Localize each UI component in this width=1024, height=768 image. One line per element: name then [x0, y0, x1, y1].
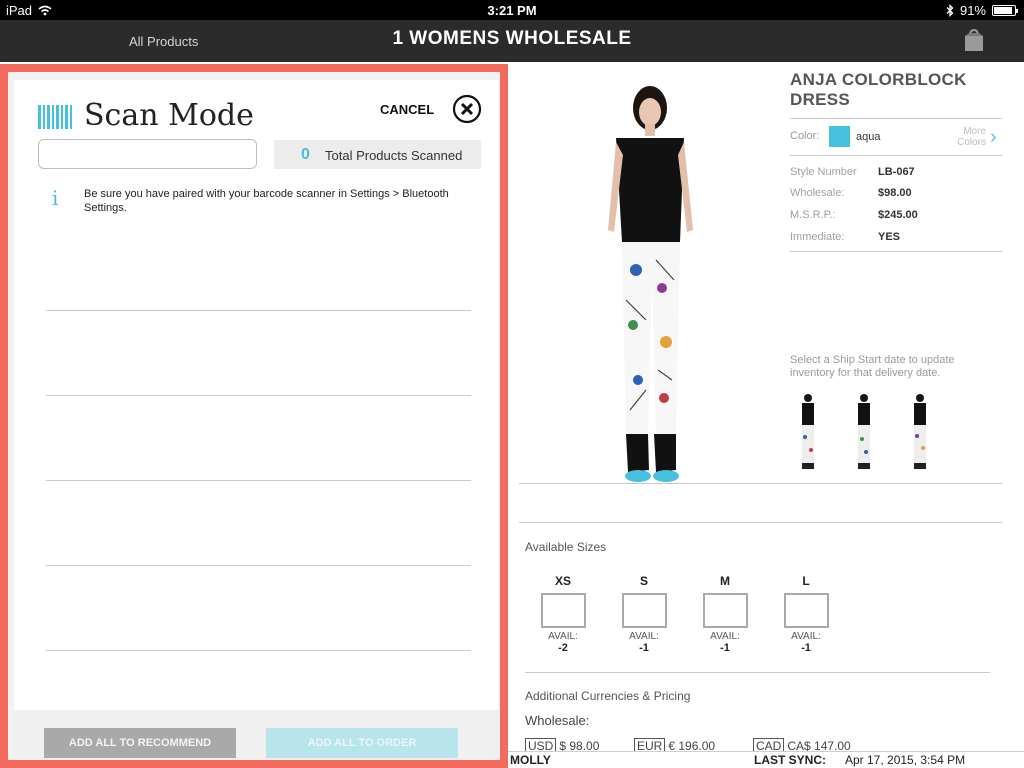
color-selector[interactable]: Color: aqua More Colors › — [790, 126, 1002, 148]
avail-label: AVAIL: — [710, 631, 740, 642]
chevron-right-icon[interactable]: › — [990, 127, 997, 147]
page-title: 1 WOMENS WHOLESALE — [392, 28, 632, 49]
product-name: ANJA COLORBLOCK DRESS — [790, 70, 967, 109]
avail-label: AVAIL: — [548, 631, 578, 642]
spec-label: Style Number — [790, 166, 857, 178]
app-root: iPad 3:21 PM 91% All Products 1 WOMENS W… — [0, 0, 1024, 768]
spec-label: Immediate: — [790, 231, 845, 243]
status-time: 3:21 PM — [487, 3, 537, 18]
size-quantity-input[interactable] — [702, 593, 748, 628]
cancel-button[interactable]: CANCEL — [380, 92, 482, 126]
nav-bar: All Products 1 WOMENS WHOLESALE — [0, 20, 1024, 62]
ship-start-note: Select a Ship Start date to update inven… — [790, 354, 955, 379]
status-bar: iPad 3:21 PM 91% — [0, 0, 1024, 20]
last-sync-value: Apr 17, 2015, 3:54 PM — [845, 753, 966, 767]
scanned-count-label: Total Products Scanned — [325, 148, 463, 163]
scanned-count: 0 — [301, 146, 310, 163]
size-xs: XS AVAIL: -2 — [538, 574, 588, 654]
available-sizes-title: Available Sizes — [525, 540, 607, 554]
cancel-label: CANCEL — [380, 102, 435, 117]
add-all-to-order-button[interactable]: ADD ALL TO ORDER — [266, 728, 458, 758]
barcode-icon — [38, 105, 72, 129]
scan-list-row — [46, 650, 471, 651]
scan-input[interactable] — [38, 139, 257, 169]
thumbnail-image[interactable] — [852, 392, 876, 472]
avail-value: -1 — [639, 642, 649, 654]
divider — [790, 155, 1002, 156]
size-l: L AVAIL: -1 — [781, 574, 831, 654]
divider — [519, 522, 1002, 523]
color-label: Color: — [790, 130, 820, 142]
scan-mode-modal: Scan Mode CANCEL 0 Total Products Scanne… — [0, 64, 508, 768]
avail-value: -1 — [801, 642, 811, 654]
size-quantity-input[interactable] — [540, 593, 586, 628]
avail-label: AVAIL: — [629, 631, 659, 642]
spec-value: $245.00 — [878, 209, 918, 221]
status-right: 91% — [946, 3, 1018, 18]
spec-label: M.S.R.P.: — [790, 209, 836, 221]
last-sync-label: LAST SYNC: — [754, 753, 826, 767]
bluetooth-info-text: Be sure you have paired with your barcod… — [84, 188, 449, 214]
color-swatch[interactable] — [829, 126, 850, 147]
scan-mode-panel: Scan Mode CANCEL 0 Total Products Scanne… — [14, 80, 498, 760]
thumbnail-image[interactable] — [796, 392, 820, 472]
thumbnail-image[interactable] — [908, 392, 932, 472]
spec-value: YES — [878, 231, 901, 243]
battery-icon — [992, 5, 1018, 16]
scan-list-row — [46, 395, 471, 396]
currencies-title: Additional Currencies & Pricing — [525, 689, 691, 703]
size-label: S — [639, 574, 648, 588]
product-detail: ANJA COLORBLOCK DRESS Color: aqua More C… — [510, 62, 1024, 754]
size-label: M — [720, 574, 730, 588]
scan-list-row — [46, 565, 471, 566]
spec-value: LB-067 — [878, 166, 915, 178]
battery-fill — [994, 7, 1013, 14]
add-all-to-recommend-button[interactable]: ADD ALL TO RECOMMEND — [44, 728, 236, 758]
bluetooth-icon — [946, 4, 954, 17]
avail-label: AVAIL: — [791, 631, 821, 642]
close-icon[interactable] — [452, 94, 482, 124]
scan-mode-title: Scan Mode — [84, 98, 254, 133]
battery-percent: 91% — [959, 3, 986, 18]
info-icon: i — [52, 186, 59, 210]
spec-value: $98.00 — [878, 187, 912, 199]
size-label: L — [802, 574, 810, 588]
product-thumbnails — [796, 392, 956, 472]
size-quantity-input[interactable] — [783, 593, 829, 628]
divider — [790, 118, 1002, 119]
scan-list-row — [46, 310, 471, 311]
scan-list-row — [46, 480, 471, 481]
shopping-bag-icon[interactable] — [962, 28, 986, 52]
scan-footer: ADD ALL TO RECOMMEND ADD ALL TO ORDER — [14, 710, 498, 760]
avail-value: -2 — [558, 642, 568, 654]
products-scanned-counter: 0 Total Products Scanned — [274, 140, 481, 169]
size-m: M AVAIL: -1 — [700, 574, 750, 654]
divider — [525, 672, 990, 673]
size-quantity-input[interactable] — [621, 593, 667, 628]
size-label: XS — [554, 574, 571, 588]
user-name: MOLLY — [510, 753, 551, 767]
divider — [519, 483, 1002, 484]
color-name: aqua — [856, 131, 881, 143]
avail-value: -1 — [720, 642, 730, 654]
spec-label: Wholesale: — [790, 187, 845, 199]
divider — [790, 251, 1002, 252]
size-s: S AVAIL: -1 — [619, 574, 669, 654]
more-colors-link[interactable]: More Colors — [950, 126, 986, 148]
wholesale-label: Wholesale: — [525, 713, 590, 728]
product-image[interactable] — [596, 80, 706, 486]
